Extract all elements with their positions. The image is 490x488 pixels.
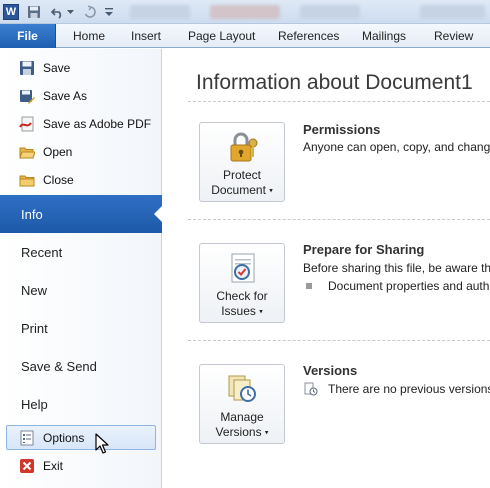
blurred-title-region [130,5,190,19]
tab-mailings[interactable]: Mailings [362,24,406,48]
check-for-issues-button[interactable]: Check for Issues ▾ [199,243,285,323]
options-command[interactable]: Options [0,424,162,452]
lock-keys-icon [226,131,260,165]
blurred-title-region [210,5,280,19]
redo-icon[interactable] [82,3,98,21]
manage-versions-label-2: Versions [215,425,262,439]
caret-down-icon: ▾ [259,308,263,316]
save-icon [19,60,35,76]
manage-versions-icon [226,373,260,407]
nav-save-send[interactable]: Save & Send [0,347,162,385]
exit-command[interactable]: Exit [0,452,162,480]
close-folder-icon [19,172,35,188]
open-command[interactable]: Open [0,138,162,166]
tab-review[interactable]: Review [434,24,473,48]
save-as-pdf-command[interactable]: Save as Adobe PDF [0,110,162,138]
document-properties-item: Document properties and auth [328,279,490,293]
prepare-sharing-description: Before sharing this file, be aware tha [303,261,490,275]
customize-icon[interactable] [104,3,114,21]
ribbon-tabs: File Home Insert Page Layout References … [0,24,490,48]
nav-recent[interactable]: Recent [0,233,162,271]
exit-icon [19,458,35,474]
protect-document-button[interactable]: Protect Document ▾ [199,122,285,202]
check-for-issues-label-2: Issues [221,304,256,318]
blurred-title-region [300,5,360,19]
protect-document-label-2: Document [211,183,266,197]
tab-page-layout[interactable]: Page Layout [188,24,255,48]
tab-insert[interactable]: Insert [131,24,161,48]
protect-document-label: Protect [222,168,261,182]
tab-file[interactable]: File [0,24,56,48]
tab-home[interactable]: Home [73,24,105,48]
close-command[interactable]: Close [0,166,162,194]
divider [188,101,490,102]
prepare-sharing-heading: Prepare for Sharing [303,242,425,257]
nav-print[interactable]: Print [0,309,162,347]
open-folder-icon [19,144,35,160]
save-as-icon [19,88,35,104]
version-document-icon [304,382,318,396]
page-title: Information about Document1 [196,71,473,94]
undo-icon[interactable] [50,3,66,21]
nav-new[interactable]: New [0,271,162,309]
pdf-icon [19,116,35,132]
divider [188,340,490,341]
backstage-nav: Save Save As Save as Adobe PDF Open Clos… [0,49,163,488]
manage-versions-button[interactable]: Manage Versions ▾ [199,364,285,444]
permissions-heading: Permissions [303,122,381,137]
caret-down-icon: ▾ [269,187,273,195]
save-command[interactable]: Save [0,54,162,82]
inspect-document-icon [226,252,260,286]
divider [188,219,490,220]
check-for-issues-label: Check for [216,289,268,303]
versions-description: There are no previous versions [328,382,490,396]
chevron-down-icon[interactable] [66,3,74,21]
options-icon [19,430,35,446]
tab-references[interactable]: References [278,24,339,48]
blurred-title-region [420,5,485,19]
permissions-description: Anyone can open, copy, and chang [303,140,490,154]
word-logo-icon[interactable]: W [3,4,19,20]
caret-down-icon: ▾ [264,429,269,437]
save-as-command[interactable]: Save As [0,82,162,110]
manage-versions-label: Manage [220,410,264,424]
bullet-icon [306,283,312,289]
versions-heading: Versions [303,363,358,378]
save-icon[interactable] [26,3,42,21]
mouse-cursor-icon [95,433,109,455]
info-panel: Information about Document1 Protect Docu… [163,49,490,488]
quick-access-toolbar: W [0,0,490,24]
nav-help[interactable]: Help [0,385,162,423]
nav-info[interactable]: Info [0,195,163,233]
